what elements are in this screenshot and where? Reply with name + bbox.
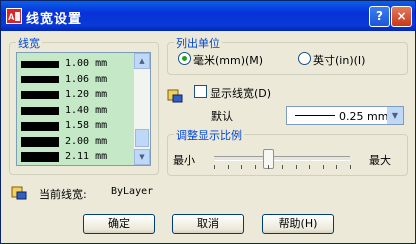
unit-mm-label[interactable]: 毫米(mm)(M) — [193, 52, 263, 68]
lineweight-swatch — [21, 60, 59, 68]
lineweight-list-item-label: 1.20 mm — [65, 89, 108, 100]
default-lineweight-dropdown[interactable]: 0.25 mm ▼ — [286, 106, 404, 125]
scale-max-label: 最大 — [369, 154, 391, 167]
slider-tick — [268, 165, 270, 169]
chevron-down-icon[interactable]: ▼ — [387, 107, 403, 124]
dialog-title: 线宽设置 — [26, 12, 83, 27]
ok-button[interactable]: 确定 — [83, 214, 155, 234]
title-bar[interactable]: A 线宽设置 ? × — [1, 1, 415, 31]
lineweight-list-item[interactable]: 1.00 mm — [19, 57, 133, 71]
slider-tick — [336, 165, 338, 169]
lineweight-list-item[interactable]: 1.58 mm — [19, 119, 133, 133]
display-lineweight-icon — [167, 89, 183, 103]
lineweight-list-item[interactable]: 1.06 mm — [19, 73, 133, 87]
scroll-up-button[interactable]: ▲ — [134, 53, 150, 69]
close-button[interactable]: × — [391, 6, 412, 27]
lineweight-list-item[interactable]: 1.40 mm — [19, 104, 133, 118]
show-lineweight-label[interactable]: 显示线宽(D) — [210, 85, 271, 101]
slider-tick — [282, 165, 283, 169]
slider-tick — [214, 165, 215, 169]
lineweight-swatch — [21, 136, 59, 147]
show-lineweight-checkbox[interactable] — [194, 85, 207, 98]
scroll-thumb[interactable] — [135, 129, 149, 147]
scale-slider-track[interactable] — [214, 156, 350, 161]
current-lineweight-value: ByLayer — [111, 186, 154, 197]
lineweight-icon — [11, 186, 27, 200]
default-value: 0.25 mm — [339, 110, 389, 123]
lineweight-list-item[interactable]: 2.00 mm — [19, 135, 133, 149]
lineweight-list-item[interactable]: 1.20 mm — [19, 88, 133, 102]
lineweight-list-item-label: 1.58 mm — [65, 120, 108, 131]
lineweight-swatch — [21, 91, 59, 99]
lineweight-list-item-label: 1.00 mm — [65, 58, 108, 69]
help-button[interactable]: 帮助(H) — [262, 214, 334, 234]
lineweight-list-item-label: 1.06 mm — [65, 73, 108, 85]
lineweight-list-item-label: 2.00 mm — [65, 135, 108, 147]
lineweight-swatch — [21, 121, 59, 131]
unit-inch-label[interactable]: 英寸(in)(I) — [313, 52, 365, 68]
slider-tick — [295, 165, 297, 169]
lineweight-swatch — [21, 76, 59, 83]
display-scale-group-title: 调整显示比例 — [174, 127, 244, 143]
autocad-app-icon: A — [6, 8, 22, 24]
default-line-sample — [295, 115, 335, 116]
lineweight-list-item-label: 2.11 mm — [65, 151, 108, 162]
svg-text:A: A — [8, 12, 15, 22]
lineweight-swatch — [21, 106, 59, 115]
slider-tick — [254, 165, 256, 169]
list-scrollbar[interactable]: ▲ ▼ — [134, 53, 150, 165]
title-help-button[interactable]: ? — [369, 6, 390, 27]
slider-tick — [322, 165, 324, 169]
lineweights-group-title: 线宽 — [16, 35, 42, 51]
lineweight-list-item[interactable]: 2.11 mm — [19, 150, 133, 164]
lineweight-settings-dialog: A 线宽设置 ? × 线宽 1.00 mm 1.06 mm 1.20 mm 1.40 … — [0, 0, 416, 244]
unit-mm-radio[interactable] — [178, 52, 191, 65]
lineweight-list-item-label: 1.40 mm — [65, 104, 108, 116]
current-lineweight-label: 当前线宽: — [39, 188, 87, 201]
scale-min-label: 最小 — [173, 154, 195, 167]
units-group-title: 列出单位 — [174, 35, 222, 51]
default-label: 默认 — [211, 110, 233, 123]
scroll-down-button[interactable]: ▼ — [134, 149, 150, 165]
radio-selected-dot — [182, 56, 187, 61]
slider-tick — [309, 165, 311, 169]
slider-tick — [350, 165, 351, 169]
slider-tick — [227, 165, 229, 169]
slider-tick — [241, 165, 243, 169]
cancel-button[interactable]: 取消 — [172, 214, 244, 234]
unit-inch-radio[interactable] — [298, 52, 311, 65]
lineweight-list[interactable]: 1.00 mm 1.06 mm 1.20 mm 1.40 mm 1.58 mm 2.00 … — [16, 52, 151, 166]
lineweight-swatch — [21, 152, 59, 162]
